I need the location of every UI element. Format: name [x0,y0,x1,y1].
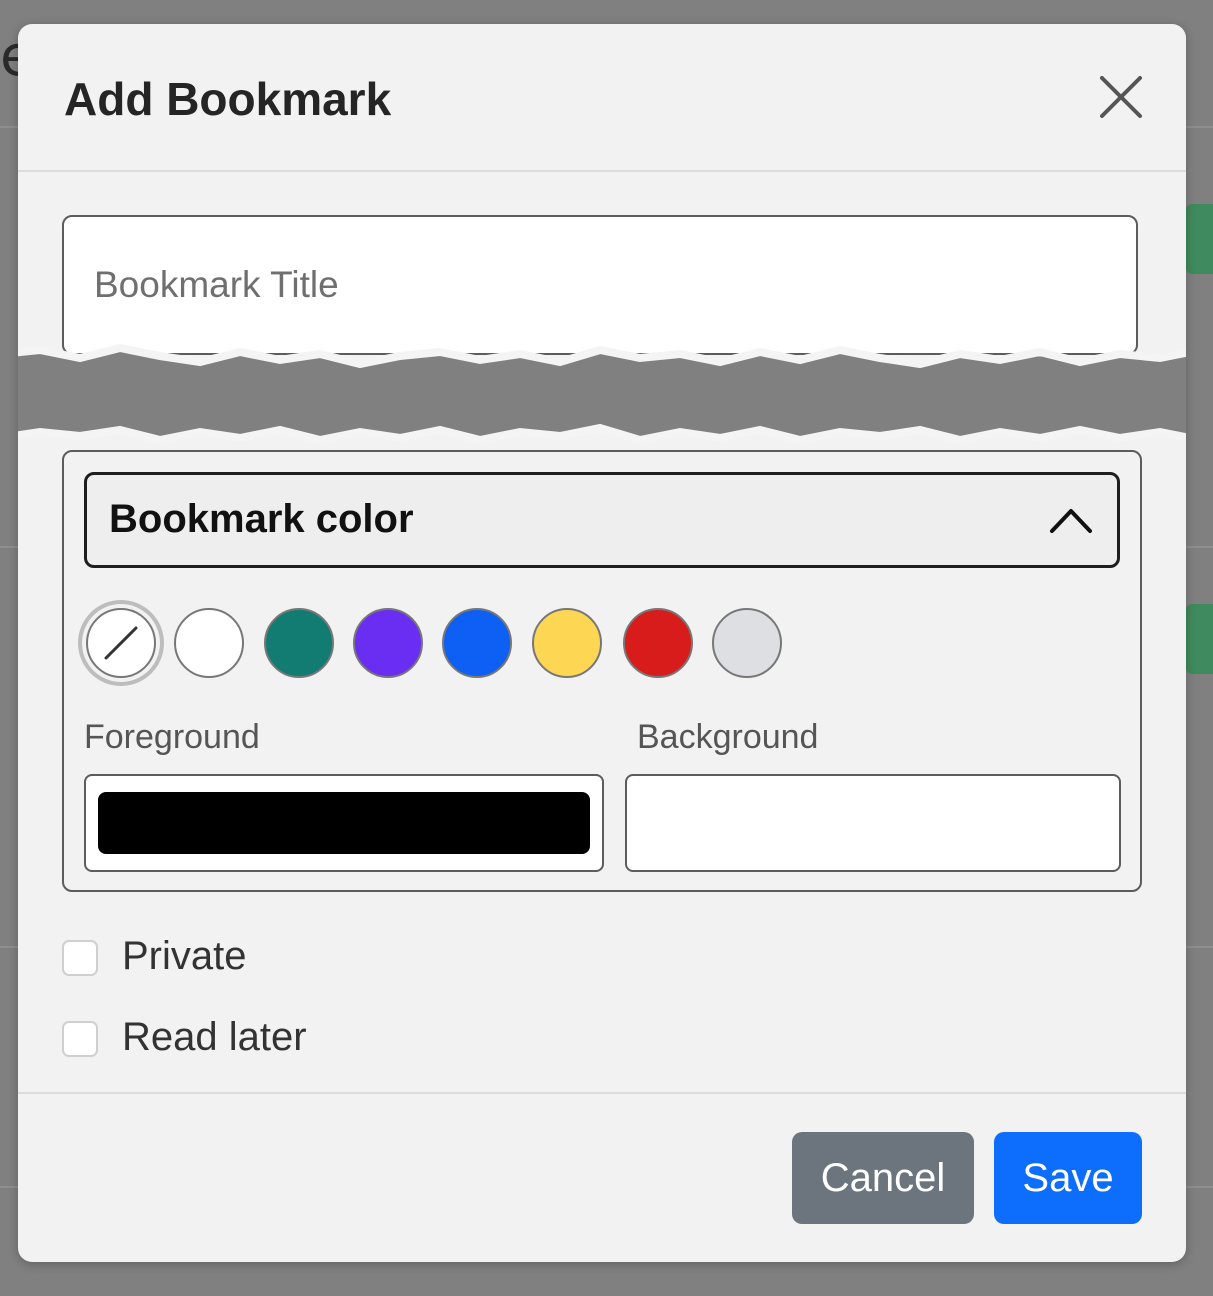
cancel-button[interactable]: Cancel [792,1132,974,1224]
add-bookmark-dialog: Add Bookmark Bookmark color [18,24,1186,1262]
close-button[interactable] [1096,72,1146,122]
background-color-fill [639,792,1107,854]
swatch-red[interactable] [623,608,693,678]
dialog-title: Add Bookmark [64,73,392,125]
read-later-label[interactable]: Read later [122,1015,307,1060]
background-badge [1186,204,1213,274]
private-checkbox[interactable] [62,940,98,976]
close-icon [1100,76,1142,118]
private-label[interactable]: Private [122,934,247,979]
swatch-none[interactable] [86,608,156,678]
save-button[interactable]: Save [994,1132,1142,1224]
bookmark-color-panel: Bookmark color Foreground Background [62,450,1142,892]
swatch-purple[interactable] [353,608,423,678]
swatch-white[interactable] [174,608,244,678]
foreground-label: Foreground [84,718,260,756]
color-swatch-list [84,602,824,682]
torn-paper-divider [18,343,1186,445]
slash-icon [104,626,138,660]
swatch-light-gray[interactable] [712,608,782,678]
foreground-color-fill [98,792,590,854]
swatch-teal[interactable] [264,608,334,678]
bookmark-color-toggle[interactable]: Bookmark color [84,472,1120,568]
bookmark-color-label: Bookmark color [109,497,414,541]
background-color-picker[interactable] [625,774,1121,872]
dialog-header: Add Bookmark [18,24,1186,172]
swatch-blue[interactable] [442,608,512,678]
background-badge [1186,604,1213,674]
chevron-up-icon [1050,509,1092,533]
background-label: Background [637,718,819,756]
dialog-footer: Cancel Save [18,1092,1186,1262]
read-later-checkbox[interactable] [62,1021,98,1057]
foreground-color-picker[interactable] [84,774,604,872]
swatch-yellow[interactable] [532,608,602,678]
